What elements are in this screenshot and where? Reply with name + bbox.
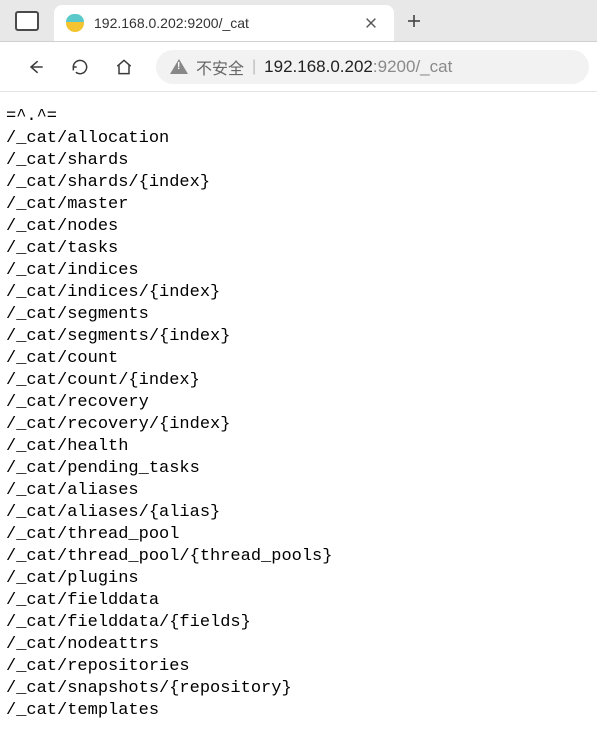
new-tab-button[interactable]	[394, 0, 434, 41]
tab-title: 192.168.0.202:9200/_cat	[94, 15, 350, 31]
ascii-art: =^.^=	[6, 107, 57, 126]
home-button[interactable]	[104, 47, 144, 87]
url-path: /_cat	[415, 57, 452, 76]
home-icon	[114, 57, 134, 77]
tab-strip: 192.168.0.202:9200/_cat	[0, 0, 597, 42]
close-icon	[364, 16, 378, 30]
tab-overview-icon	[15, 11, 39, 31]
arrow-left-icon	[26, 57, 46, 77]
back-button[interactable]	[16, 47, 56, 87]
toolbar: 不安全 | 192.168.0.202:9200/_cat	[0, 42, 597, 92]
warning-icon	[170, 59, 188, 74]
favicon-icon	[66, 14, 84, 32]
not-secure-label: 不安全	[196, 55, 244, 79]
page-content: =^.^= /_cat/allocation /_cat/shards /_ca…	[0, 92, 597, 736]
browser-tab[interactable]: 192.168.0.202:9200/_cat	[54, 5, 394, 41]
separator: |	[252, 58, 256, 76]
tab-overview-button[interactable]	[0, 0, 54, 41]
close-tab-button[interactable]	[360, 12, 382, 34]
plus-icon	[406, 13, 422, 29]
url-text: 192.168.0.202:9200/_cat	[264, 57, 575, 77]
refresh-icon	[70, 57, 90, 77]
address-bar[interactable]: 不安全 | 192.168.0.202:9200/_cat	[156, 50, 589, 84]
url-port: :9200	[373, 57, 416, 76]
url-host: 192.168.0.202	[264, 57, 373, 76]
endpoint-list: /_cat/allocation /_cat/shards /_cat/shar…	[6, 128, 591, 722]
refresh-button[interactable]	[60, 47, 100, 87]
